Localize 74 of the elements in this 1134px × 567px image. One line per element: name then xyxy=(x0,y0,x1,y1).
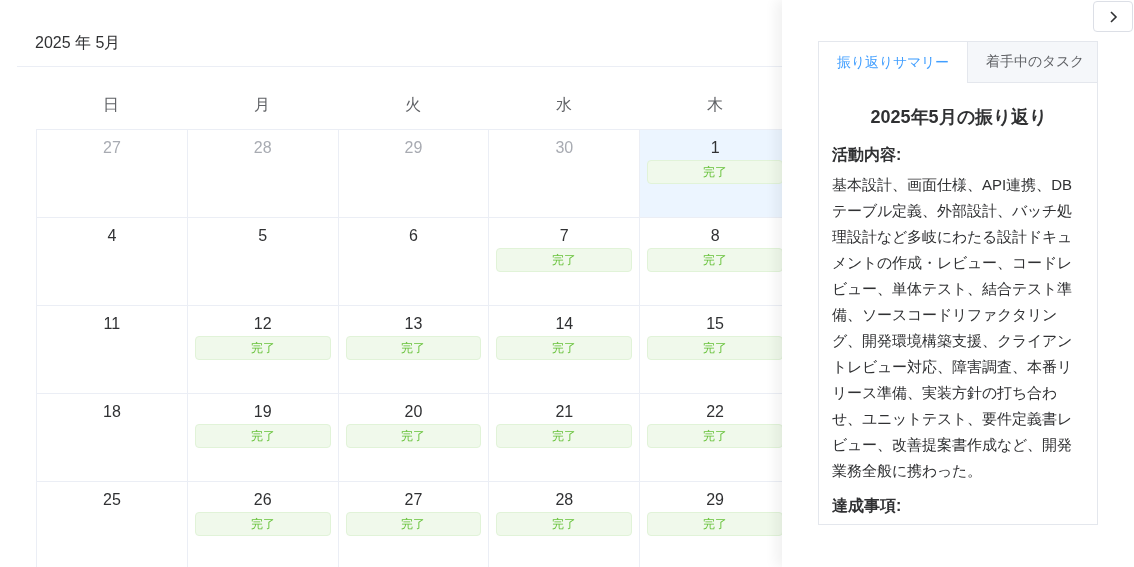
weekday-header: 火 xyxy=(404,94,422,115)
day-number: 19 xyxy=(253,402,272,422)
chevron-right-icon xyxy=(1108,9,1118,24)
day-number: 28 xyxy=(253,138,272,158)
day-number: 15 xyxy=(706,314,724,334)
day-cell[interactable]: 22 完了 xyxy=(639,393,782,481)
day-number: 29 xyxy=(404,138,423,158)
day-number: 28 xyxy=(555,490,574,510)
status-tag: 完了 xyxy=(647,160,782,184)
day-number: 29 xyxy=(706,490,724,510)
day-number: 14 xyxy=(555,314,574,334)
day-number: 26 xyxy=(253,490,272,510)
day-number: 21 xyxy=(555,402,574,422)
day-number: 25 xyxy=(103,490,121,510)
section-text: 基本設計、画面仕様、API連携、DBテーブル定義、外部設計、バッチ処理設計など多岐にわたる設計ドキュメントの作成・レビュー、コードレビュー、単体テスト、結合テスト準備、ソースコードリファクタリング、開発環境構築支援、クライアントレビュー対応、障害調査、本番リリース準備、実装方針の打ち合わせ、ユニットテスト、要件定義書レビュー、改善提案書作成など、開発業務全般に携わった。 xyxy=(832,175,1073,481)
weekday-header: 日 xyxy=(102,94,121,115)
day-cell[interactable]: 18 xyxy=(36,393,187,481)
day-cell[interactable]: 1 完了 xyxy=(639,129,782,217)
day-cell[interactable]: 25 xyxy=(36,481,187,567)
day-cell[interactable]: 29 完了 xyxy=(639,481,782,567)
weekday-header: 水 xyxy=(554,94,573,115)
status-tag: 完了 xyxy=(194,336,331,360)
section-heading: 達成事項: xyxy=(832,496,903,516)
status-tag: 完了 xyxy=(345,512,482,536)
status-tag: 完了 xyxy=(194,424,331,448)
status-tag: 完了 xyxy=(647,512,782,536)
day-number: 4 xyxy=(107,226,117,246)
status-tag: 完了 xyxy=(496,424,633,448)
day-number: 18 xyxy=(103,402,121,422)
status-tag: 完了 xyxy=(647,336,782,360)
day-number: 13 xyxy=(404,314,423,334)
day-cell[interactable]: 21 完了 xyxy=(488,393,640,481)
status-tag: 完了 xyxy=(496,512,633,536)
weekday-header: 木 xyxy=(705,94,724,115)
day-number: 6 xyxy=(409,226,418,246)
day-number: 27 xyxy=(103,138,121,158)
status-tag: 完了 xyxy=(496,336,633,360)
day-number: 8 xyxy=(710,226,720,246)
status-tag: 完了 xyxy=(496,248,633,272)
tab[interactable]: 着手中のタスク xyxy=(968,42,1097,82)
day-number: 30 xyxy=(555,138,574,158)
day-cell[interactable]: 8 完了 xyxy=(639,217,782,305)
day-cell[interactable]: 28 完了 xyxy=(488,481,640,567)
status-tag: 完了 xyxy=(647,248,782,272)
summary-title: 2025年5月の振り返り xyxy=(869,106,1048,129)
weekday-header: 月 xyxy=(253,94,272,115)
day-cell[interactable]: 4 xyxy=(36,217,187,305)
day-cell[interactable]: 14 完了 xyxy=(488,305,640,393)
status-tag: 完了 xyxy=(345,336,482,360)
day-number: 27 xyxy=(404,490,423,510)
month-title: 2025 年 5月 xyxy=(35,32,121,53)
day-number: 11 xyxy=(103,314,121,334)
day-cell[interactable]: 26 完了 xyxy=(186,481,338,567)
day-cell[interactable]: 5 xyxy=(186,217,338,305)
day-cell[interactable]: 12 完了 xyxy=(186,305,338,393)
day-cell[interactable]: 13 完了 xyxy=(337,305,489,393)
day-cell[interactable]: 11 xyxy=(36,305,187,393)
day-number: 12 xyxy=(253,314,272,334)
day-number: 20 xyxy=(404,402,423,422)
section-heading: 活動内容: xyxy=(832,145,903,165)
day-cell[interactable]: 6 xyxy=(337,217,489,305)
day-number: 5 xyxy=(258,226,268,246)
day-number: 22 xyxy=(706,402,724,422)
day-cell[interactable]: 20 完了 xyxy=(337,393,489,481)
day-cell[interactable]: 19 完了 xyxy=(186,393,338,481)
status-tag: 完了 xyxy=(194,512,331,536)
status-tag: 完了 xyxy=(647,424,782,448)
day-cell[interactable]: 7 完了 xyxy=(488,217,640,305)
day-cell[interactable]: 27 完了 xyxy=(337,481,489,567)
status-tag: 完了 xyxy=(345,424,482,448)
collapse-button[interactable] xyxy=(1093,1,1133,32)
day-number: 7 xyxy=(559,226,569,246)
day-number: 1 xyxy=(710,138,720,158)
day-cell[interactable]: 15 完了 xyxy=(639,305,782,393)
